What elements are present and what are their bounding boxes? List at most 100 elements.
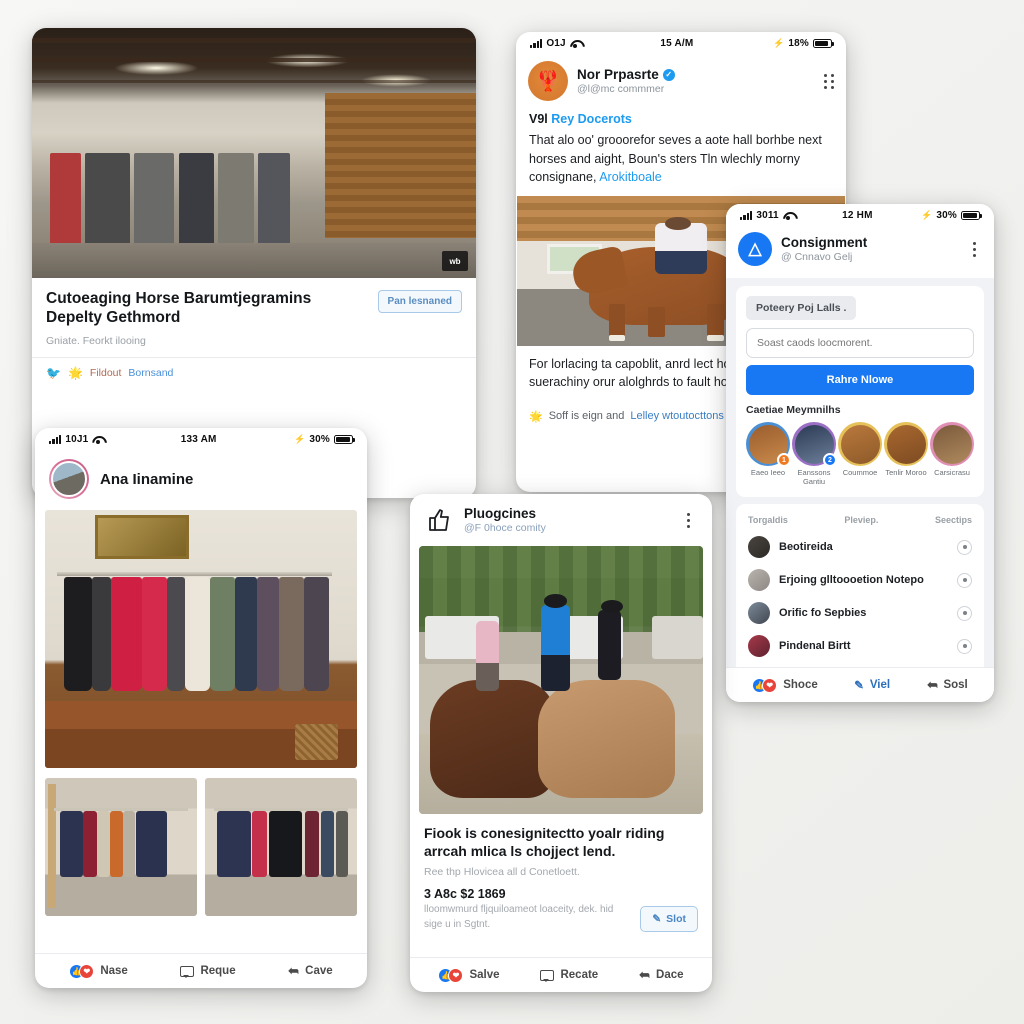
tweet-body: V9l Rey Docerots That alo oo' grooorefor… — [516, 110, 846, 196]
share-icon: ➦ — [639, 967, 651, 982]
like-button[interactable]: 👍 ❤ Nase — [69, 963, 128, 979]
consignment-action-bar[interactable]: 👍 ❤ Shoce ✎ Viel ➦ Sosl — [726, 667, 994, 702]
like-button[interactable]: 👍 ❤ Salve — [438, 967, 500, 983]
avatar[interactable] — [49, 459, 89, 499]
member-row[interactable]: Erjoing glltoooetion Notepo — [746, 564, 974, 597]
horse-show-photo — [419, 546, 703, 814]
instagram-status-bar: 10J1 133 AM ⚡ 30% — [35, 428, 367, 448]
share-button[interactable]: ➦ Cave — [288, 963, 332, 979]
share-label: Cave — [305, 965, 333, 977]
link-subtitle: Gniate. Feorkt ilooing — [46, 334, 146, 347]
status-time: 133 AM — [180, 434, 217, 445]
kebab-menu-icon[interactable] — [680, 512, 696, 528]
member-action-button[interactable] — [957, 638, 972, 654]
share-label: Sosl — [943, 679, 968, 691]
consignment-header[interactable]: △ Consignment @ Cnnavo Gelj — [726, 224, 994, 278]
instagram-card[interactable]: 10J1 133 AM ⚡ 30% Ana Iinamine 👍 ❤ Nase … — [35, 428, 367, 988]
instagram-header[interactable]: Ana Iinamine — [35, 448, 367, 510]
pen-icon: ✎ — [854, 680, 864, 692]
member-row[interactable]: Orific fo Sepbies — [746, 597, 974, 630]
tweet-status-bar: O1J 15 A/M ⚡ 18% — [516, 32, 846, 52]
edit-button[interactable]: ✎ Viel — [854, 678, 890, 692]
battery-percent: 30% — [936, 210, 957, 221]
share-label: Dace — [656, 969, 684, 981]
listing-action-button[interactable]: ✎ Slot — [640, 906, 698, 933]
consignment-card[interactable]: 3011 12 HM ⚡ 30% △ Consignment @ Cnnavo … — [726, 204, 994, 702]
comment-button[interactable]: Reque — [180, 965, 236, 978]
story-badge: 2 — [823, 453, 837, 467]
story-item[interactable]: Carsicrasu — [930, 422, 974, 487]
instagram-action-bar[interactable]: 👍 ❤ Nase Reque ➦ Cave — [35, 953, 367, 988]
grid-photo — [45, 778, 197, 916]
battery-icon — [812, 38, 834, 49]
tweet-tag-link[interactable]: Rey Docerots — [551, 112, 632, 126]
primary-action-button[interactable]: Rahre Nlowe — [746, 365, 974, 395]
link-title: Cutoeaging Horse Barumtjegramins Depelty… — [46, 290, 312, 326]
consignment-title: Consignment — [781, 235, 868, 250]
members-header-right: Seectips — [934, 514, 972, 525]
avatar[interactable]: 🦞 — [528, 61, 568, 101]
like-love-stack-icon: 👍 ❤ — [69, 963, 95, 979]
carrier-label: 3011 — [756, 210, 779, 221]
member-action-button[interactable] — [957, 605, 972, 621]
consignment-search-panel: Poteery Poj Lalls . Rahre Nlowe Caetiae … — [736, 286, 984, 497]
cellular-bars-icon — [530, 39, 543, 48]
avatar[interactable]: △ — [738, 232, 772, 266]
thrift-card-footer[interactable]: 🐦 🌟 Fildout Bornsand — [32, 356, 476, 388]
tweet-meta-text: Soff is eign and — [548, 410, 625, 422]
search-input[interactable] — [746, 328, 974, 358]
member-row[interactable]: Pindenal Birtt — [746, 630, 974, 663]
bolt-icon: ⚡ — [920, 210, 933, 220]
members-header-left: Torgaldis — [748, 514, 788, 525]
listing-action-label: Slot — [666, 913, 686, 926]
tweet-inline-link[interactable]: Arokitboale — [599, 170, 662, 184]
cellular-bars-icon — [740, 211, 753, 220]
story-item[interactable]: Coummoe — [838, 422, 882, 487]
battery-percent: 30% — [309, 434, 330, 445]
share-button[interactable]: ➦ Sosl — [927, 677, 968, 693]
members-header-center: Pleviep. — [844, 514, 879, 525]
carrier-label: 10J1 — [65, 434, 89, 445]
member-action-button[interactable] — [957, 572, 972, 588]
avatar — [748, 602, 770, 625]
share-icon: ➦ — [288, 963, 300, 978]
like-button[interactable]: 👍 ❤ Shoce — [752, 677, 818, 693]
marketplace-header[interactable]: Pluogcines @F 0hoce comity — [410, 494, 712, 546]
link-preview[interactable]: Cutoeaging Horse Barumtjegramins Depelty… — [32, 278, 476, 357]
story-label: Carsicrasu — [934, 468, 970, 477]
image-watermark: wb — [442, 251, 468, 271]
boutique-rack-photo — [45, 510, 357, 768]
story-item[interactable]: 1 Eaeo Ieeo — [746, 422, 791, 487]
tweet-text: That alo oo' grooorefor seves a aote hal… — [529, 133, 822, 184]
footer-link[interactable]: Bornsand — [128, 367, 173, 379]
story-item[interactable]: 2 Eanssons Gantiu — [792, 422, 837, 487]
consignment-body: Poteery Poj Lalls . Rahre Nlowe Caetiae … — [726, 278, 994, 702]
kebab-menu-icon[interactable] — [966, 241, 982, 257]
thumbs-up-outline-icon — [426, 508, 452, 532]
tweet-header[interactable]: 🦞 Nor Prpasrte ✓ @l@mc commmer — [516, 52, 846, 110]
twitter-bird-icon: 🐦 — [46, 365, 61, 380]
tweet-meta-link[interactable]: Lelley wtoutocttons — [630, 410, 724, 422]
member-row[interactable]: Beotireida — [746, 531, 974, 564]
verified-badge-icon: ✓ — [662, 68, 675, 81]
avatar — [748, 635, 770, 658]
battery-icon — [960, 210, 982, 221]
comment-button[interactable]: Recate — [540, 969, 598, 982]
stories-row[interactable]: 1 Eaeo Ieeo 2 Eanssons Gantiu Coummoe Te… — [746, 422, 974, 487]
bolt-icon: ⚡ — [293, 434, 306, 444]
marketplace-card[interactable]: Pluogcines @F 0hoce comity Fiook is cone… — [410, 494, 712, 992]
grid-menu-icon[interactable] — [824, 73, 834, 89]
link-action-button[interactable]: Pan lesnaned — [377, 290, 462, 313]
member-action-button[interactable] — [957, 539, 972, 555]
grid-photo — [205, 778, 357, 916]
edit-label: Viel — [869, 679, 891, 691]
story-item[interactable]: Tenlir Moroo — [884, 422, 928, 487]
avatar — [748, 536, 770, 559]
category-chip[interactable]: Poteery Poj Lalls . — [746, 296, 857, 320]
instagram-photo-grid — [35, 768, 367, 926]
share-button[interactable]: ➦ Dace — [639, 967, 683, 983]
like-love-stack-icon: 👍 ❤ — [438, 967, 464, 983]
instagram-username: Ana Iinamine — [100, 470, 194, 488]
marketplace-action-bar[interactable]: 👍 ❤ Salve Recate ➦ Dace — [410, 957, 712, 992]
like-label: Salve — [469, 969, 500, 981]
